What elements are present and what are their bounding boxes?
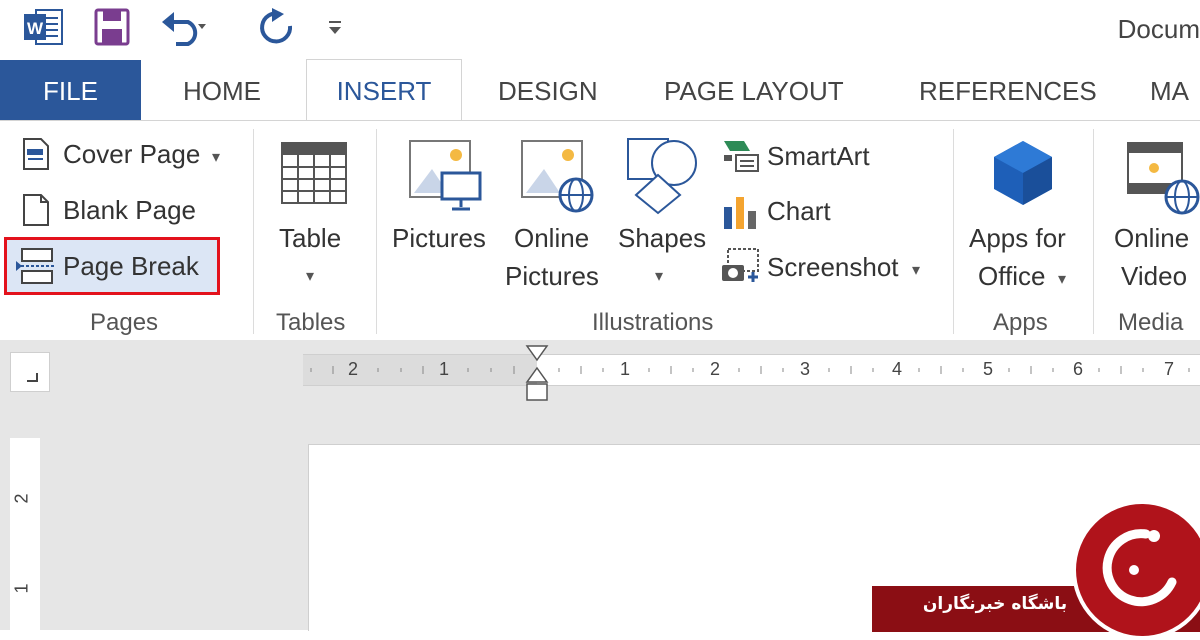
ribbon-tabs: FILE HOME INSERT DESIGN PAGE LAYOUT REFE… (0, 59, 1200, 121)
group-separator (253, 129, 254, 334)
watermark-logo-icon (1072, 500, 1200, 640)
svg-text:W: W (27, 19, 44, 38)
ruler-label: 1 (620, 359, 631, 379)
ruler-label: 1 (439, 359, 450, 379)
tab-page-layout[interactable]: PAGE LAYOUT (664, 60, 844, 120)
group-separator (1093, 129, 1094, 334)
table-dropdown[interactable]: ▾ (306, 266, 314, 286)
ribbon-insert: Cover Page ▾ Blank Page Page Break Pages… (0, 120, 1200, 342)
apps-for-office-label-1[interactable]: Apps for (969, 223, 1066, 254)
chart-button[interactable]: Chart (767, 196, 831, 227)
smartart-icon (724, 141, 759, 172)
table-icon (281, 142, 347, 204)
apps-dropdown[interactable]: ▾ (1058, 269, 1066, 289)
pictures-button[interactable]: Pictures (392, 223, 486, 254)
group-separator (376, 129, 377, 334)
tab-mailings[interactable]: MA (1150, 60, 1189, 120)
vertical-ruler-label: 2 (11, 493, 32, 504)
pictures-icon (409, 140, 482, 211)
cover-page-dropdown[interactable]: ▾ (212, 147, 220, 167)
vertical-ruler-label: 1 (11, 583, 32, 594)
redo-icon[interactable] (258, 6, 298, 46)
customize-qat-icon[interactable] (326, 18, 346, 38)
chart-icon (724, 197, 756, 229)
tab-selector[interactable] (10, 352, 50, 392)
document-title: Docum (1117, 14, 1200, 44)
page-break-icon (16, 248, 56, 284)
online-video-label-1[interactable]: Online (1114, 223, 1189, 254)
screenshot-button[interactable]: Screenshot (767, 252, 899, 283)
table-button[interactable]: Table (279, 223, 341, 254)
group-label-media: Media (1118, 309, 1184, 336)
save-icon[interactable] (94, 8, 130, 46)
undo-icon[interactable] (160, 6, 208, 46)
vertical-ruler[interactable]: 2 1 (10, 438, 40, 630)
page-break-button[interactable]: Page Break (63, 251, 199, 282)
quick-access-toolbar: W Docum (0, 0, 1200, 60)
cover-page-button[interactable]: Cover Page (63, 139, 200, 170)
tab-references[interactable]: REFERENCES (919, 60, 1097, 120)
tab-file[interactable]: FILE (0, 60, 141, 120)
screenshot-dropdown[interactable]: ▾ (912, 260, 920, 280)
shapes-button[interactable]: Shapes (618, 223, 706, 254)
ruler-label: 6 (1073, 359, 1084, 379)
group-separator (953, 129, 954, 334)
left-tab-stop-icon (27, 373, 38, 382)
online-video-icon (1127, 142, 1200, 215)
indent-marker-icon[interactable] (524, 344, 550, 402)
smartart-button[interactable]: SmartArt (767, 141, 870, 172)
screenshot-icon (722, 248, 759, 282)
document-area: 2 1 1 2 3 4 5 6 7 2 1 باشگاه خبرنگاران (0, 340, 1200, 640)
apps-for-office-icon (994, 141, 1052, 205)
ruler-label: 5 (983, 359, 994, 379)
horizontal-ruler[interactable]: 2 1 1 2 3 4 5 6 7 (303, 354, 1200, 386)
blank-page-icon (23, 194, 49, 226)
shapes-dropdown[interactable]: ▾ (655, 266, 663, 286)
watermark-text: باشگاه خبرنگاران (922, 594, 1068, 614)
apps-for-office-label-2[interactable]: Office (978, 261, 1045, 292)
shapes-icon (627, 138, 697, 215)
group-label-pages: Pages (90, 309, 159, 336)
ruler-label: 3 (800, 359, 811, 379)
cover-page-icon (23, 138, 49, 170)
group-label-apps: Apps (993, 309, 1048, 336)
tab-design[interactable]: DESIGN (498, 60, 598, 120)
ruler-label: 7 (1164, 359, 1175, 379)
tab-insert[interactable]: INSERT (306, 59, 462, 121)
word-logo-icon[interactable]: W (22, 6, 64, 48)
online-pictures-label-1[interactable]: Online (514, 223, 589, 254)
ruler-label: 2 (710, 359, 721, 379)
online-video-label-2[interactable]: Video (1121, 261, 1187, 292)
blank-page-button[interactable]: Blank Page (63, 195, 196, 226)
group-label-tables: Tables (276, 309, 346, 336)
online-pictures-icon (521, 140, 594, 213)
ruler-ticks (310, 366, 1190, 374)
ruler-label: 2 (348, 359, 359, 379)
ruler-label: 4 (892, 359, 903, 379)
group-label-illustrations: Illustrations (592, 309, 714, 336)
tab-home[interactable]: HOME (183, 60, 261, 120)
online-pictures-label-2[interactable]: Pictures (505, 261, 599, 292)
